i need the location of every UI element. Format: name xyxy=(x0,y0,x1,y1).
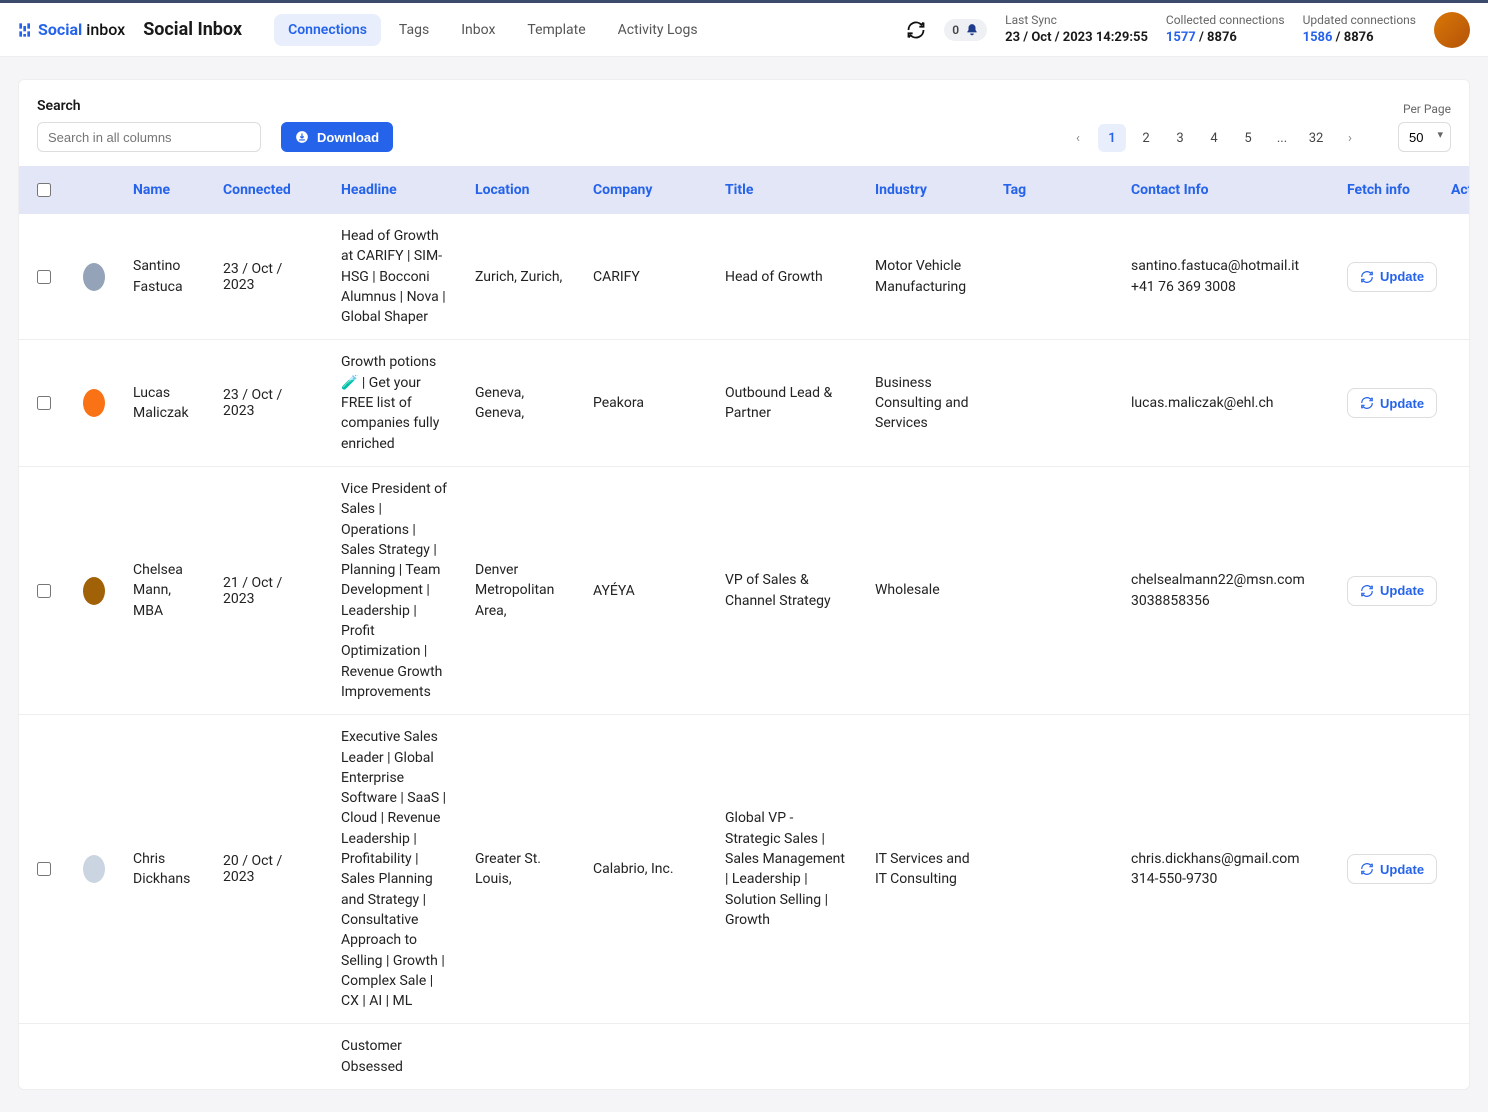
update-button[interactable]: Update xyxy=(1347,576,1437,606)
cell-connected: 23 / Oct / 2023 xyxy=(209,387,327,419)
row-avatar xyxy=(83,577,105,605)
cell-company: AYÉYA xyxy=(579,583,711,599)
app-header: Socialinbox Social Inbox ConnectionsTags… xyxy=(0,3,1488,57)
cell-contact: chelsealmann22@msn.com3038858356 xyxy=(1131,570,1305,611)
col-action: Action xyxy=(1437,182,1469,198)
sync-icon[interactable] xyxy=(906,20,926,40)
cell-title: Head of Growth xyxy=(725,267,823,287)
cell-company: Peakora xyxy=(579,395,711,411)
cell-location: Greater St. Louis, xyxy=(475,849,565,890)
cell-name: Chris Dickhans xyxy=(133,849,195,890)
cell-industry: Motor Vehicle Manufacturing xyxy=(875,256,975,297)
search-label: Search xyxy=(37,98,261,114)
per-page-label: Per Page xyxy=(1403,102,1451,116)
page-4[interactable]: 4 xyxy=(1200,124,1228,152)
table-header: Name Connected Headline Location Company… xyxy=(19,166,1469,214)
col-title[interactable]: Title xyxy=(711,182,861,198)
main-nav: ConnectionsTagsInboxTemplateActivity Log… xyxy=(274,14,712,46)
col-location[interactable]: Location xyxy=(461,182,579,198)
cell-location: Zurich, Zurich, xyxy=(475,267,562,287)
page-5[interactable]: 5 xyxy=(1234,124,1262,152)
download-icon xyxy=(295,130,309,144)
cell-connected: 23 / Oct / 2023 xyxy=(209,261,327,293)
row-checkbox[interactable] xyxy=(37,584,51,598)
cell-title: Outbound Lead & Partner xyxy=(725,383,847,424)
cell-headline: Executive Sales Leader | Global Enterpri… xyxy=(341,727,447,1011)
page-next[interactable]: › xyxy=(1336,124,1364,152)
page-32[interactable]: 32 xyxy=(1302,124,1330,152)
cell-contact: chris.dickhans@gmail.com314-550-9730 xyxy=(1131,849,1300,890)
table-row: Santino Fastuca 23 / Oct / 2023 Head of Gr… xyxy=(19,214,1469,340)
cell-industry: Business Consulting and Services xyxy=(875,373,975,434)
cell-title: Global VP - Strategic Sales | Sales Mana… xyxy=(725,808,847,930)
pagination: ‹ 12345...32› xyxy=(1064,124,1364,152)
app-title: Social Inbox xyxy=(143,19,242,40)
cell-name: Chelsea Mann, MBA xyxy=(133,560,195,621)
row-avatar xyxy=(83,855,105,883)
table-row: Lucas Maliczak 23 / Oct / 2023 Growth poti… xyxy=(19,340,1469,466)
table-row: Chelsea Mann, MBA 21 / Oct / 2023 Vice Pre… xyxy=(19,467,1469,715)
notification-badge[interactable]: 0 xyxy=(944,19,987,41)
cell-location: Geneva, Geneva, xyxy=(475,383,565,424)
nav-tags[interactable]: Tags xyxy=(385,14,443,46)
cell-contact: lucas.maliczak@ehl.ch xyxy=(1131,393,1274,413)
cell-contact: santino.fastuca@hotmail.it+41 76 369 300… xyxy=(1131,256,1299,297)
search-input[interactable] xyxy=(37,122,261,152)
col-name[interactable]: Name xyxy=(119,182,209,198)
cell-headline: Vice President of Sales | Operations | S… xyxy=(341,479,447,702)
per-page-select[interactable]: 50 xyxy=(1398,122,1451,152)
cell-industry: Wholesale xyxy=(875,580,940,600)
col-connected[interactable]: Connected xyxy=(209,182,327,198)
select-all-checkbox[interactable] xyxy=(37,183,51,197)
download-button[interactable]: Download xyxy=(281,122,393,152)
cell-title: VP of Sales & Channel Strategy xyxy=(725,570,847,611)
logo: Socialinbox xyxy=(18,20,125,39)
logo-icon xyxy=(18,22,34,38)
cell-headline: Customer Obsessed xyxy=(341,1036,447,1077)
page-3[interactable]: 3 xyxy=(1166,124,1194,152)
col-fetch[interactable]: Fetch info xyxy=(1333,182,1437,198)
nav-inbox[interactable]: Inbox xyxy=(447,14,509,46)
col-contact[interactable]: Contact Info xyxy=(1117,182,1333,198)
bell-icon xyxy=(965,23,979,37)
update-button[interactable]: Update xyxy=(1347,262,1437,292)
table-row: Chris Dickhans 20 / Oct / 2023 Executive S… xyxy=(19,715,1469,1024)
stat-updated: Updated connections 1586 / 8876 xyxy=(1303,12,1416,47)
nav-connections[interactable]: Connections xyxy=(274,14,381,46)
cell-headline: Growth potions 🧪 | Get your FREE list of… xyxy=(341,352,447,453)
cell-name: Santino Fastuca xyxy=(133,256,195,297)
row-avatar xyxy=(83,389,105,417)
cell-headline: Head of Growth at CARIFY | SIM-HSG | Boc… xyxy=(341,226,447,327)
update-button[interactable]: Update xyxy=(1347,854,1437,884)
row-checkbox[interactable] xyxy=(37,396,51,410)
cell-company: Calabrio, Inc. xyxy=(579,861,711,877)
cell-connected: 20 / Oct / 2023 xyxy=(209,853,327,885)
user-avatar[interactable] xyxy=(1434,12,1470,48)
col-tag[interactable]: Tag xyxy=(989,182,1117,198)
connections-card: Search Download ‹ 12345...32› Per Page 5… xyxy=(18,79,1470,1090)
col-company[interactable]: Company xyxy=(579,182,711,198)
table-row: Customer Obsessed xyxy=(19,1024,1469,1089)
cell-location: Denver Metropolitan Area, xyxy=(475,560,565,621)
update-button[interactable]: Update xyxy=(1347,388,1437,418)
page-ellipsis: ... xyxy=(1268,124,1296,152)
cell-company: CARIFY xyxy=(579,269,711,285)
stat-collected: Collected connections 1577 / 8876 xyxy=(1166,12,1285,47)
col-industry[interactable]: Industry xyxy=(861,182,989,198)
col-headline[interactable]: Headline xyxy=(327,182,461,198)
row-avatar xyxy=(83,263,105,291)
page-prev[interactable]: ‹ xyxy=(1064,124,1092,152)
cell-industry: IT Services and IT Consulting xyxy=(875,849,975,890)
cell-connected: 21 / Oct / 2023 xyxy=(209,575,327,607)
nav-activity-logs[interactable]: Activity Logs xyxy=(604,14,712,46)
row-checkbox[interactable] xyxy=(37,862,51,876)
nav-template[interactable]: Template xyxy=(513,14,599,46)
stat-last-sync: Last Sync 23 / Oct / 2023 14:29:55 xyxy=(1005,12,1148,47)
cell-name: Lucas Maliczak xyxy=(133,383,195,424)
row-checkbox[interactable] xyxy=(37,270,51,284)
page-1[interactable]: 1 xyxy=(1098,124,1126,152)
page-2[interactable]: 2 xyxy=(1132,124,1160,152)
